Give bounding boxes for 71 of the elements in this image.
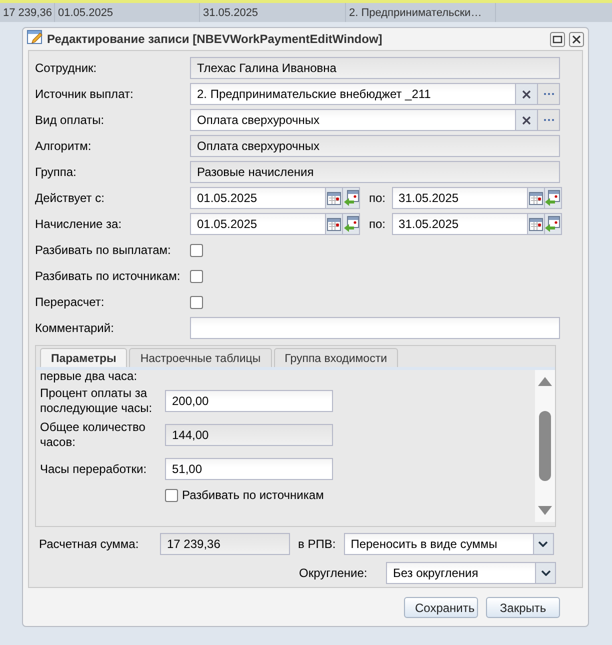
tab[interactable]: Настроечные таблицы [129,348,272,367]
calendar-arrow-icon [344,216,358,232]
field-label: Расчетная сумма: [38,536,140,553]
field-label: Перерасчет: [35,294,106,311]
input-field[interactable]: 200,00 [165,390,333,412]
field-label: Разбивать по источникам: [35,268,182,285]
date-field[interactable]: 01.05.2025 [190,187,326,209]
maximize-icon[interactable] [550,32,565,46]
calendar-icon [528,218,543,230]
clear-icon [522,116,531,124]
field-label: первые два часа: [40,370,138,384]
field-label: Действует с: [35,190,106,207]
field-label: Разбивать по выплатам: [35,242,172,259]
checkbox[interactable] [190,296,203,308]
grid-cell: 01.05.2025 [55,3,200,22]
checkbox[interactable] [190,270,203,282]
scrollbar-thumb[interactable] [539,411,551,481]
tab[interactable]: Параметры [40,348,128,367]
field-label: Источник выплат: [35,86,134,103]
field-label: Группа: [35,164,78,181]
field-label: Общее количество часов: [40,420,146,450]
tab[interactable]: Группа входимости [274,348,398,367]
grid-cell: 2. Предпринимательски… [346,3,496,22]
field-label: Начисление за: [35,216,123,233]
calendar-arrow-icon [545,216,560,232]
readonly-field: 17 239,36 [160,533,290,555]
input-field[interactable] [190,317,560,339]
field-label: Часы переработки: [40,462,148,476]
checkbox-label: Разбивать по источникам [182,487,324,504]
date-field[interactable]: 01.05.2025 [190,213,326,235]
calendar-icon [528,192,543,204]
field-label: Сотрудник: [35,60,98,77]
calendar-arrow-icon [344,190,358,206]
caret-icon [540,570,550,576]
dialog-button[interactable]: Закрыть [486,597,560,618]
readonly-field: Разовые начисления [190,161,560,183]
dialog-button[interactable]: Сохранить [404,597,478,618]
calendar-icon [327,192,341,204]
field-label: Комментарий: [35,320,115,337]
readonly-field: 144,00 [165,424,333,446]
lookup-field[interactable]: 2. Предпринимательские внебюджет _211 [190,83,516,105]
readonly-field: Тлехас Галина Ивановна [190,57,560,79]
lookup-field[interactable]: Оплата сверхурочных [190,109,516,131]
scroll-down-icon [538,506,552,516]
field-label: Вид оплаты: [35,112,106,129]
field-label: в РПВ: [298,536,336,553]
date-field[interactable]: 31.05.2025 [392,187,528,209]
field-label: по: [369,216,386,233]
field-label: Процент оплаты за последующие часы: [40,386,154,416]
grid-cell: 31.05.2025 [200,3,346,22]
readonly-field: Оплата сверхурочных [190,135,560,157]
clear-icon [522,90,531,98]
scroll-up-icon [538,376,552,386]
field-label: Алгоритм: [35,138,92,155]
ellipsis-icon [542,118,554,122]
field-label: по: [369,190,386,207]
calendar-arrow-icon [545,190,560,206]
close-icon[interactable] [569,32,584,46]
dropdown-field[interactable]: Без округления [386,562,536,584]
scrollbar[interactable] [535,370,555,522]
window-title: Редактирование записи [NBEVWorkPaymentEditWindow] [47,31,382,48]
date-field[interactable]: 31.05.2025 [392,213,528,235]
checkbox[interactable] [165,488,178,502]
calendar-icon [327,218,341,230]
input-field[interactable]: 51,00 [165,458,333,480]
ellipsis-icon [542,92,554,96]
caret-icon [538,541,548,547]
checkbox[interactable] [190,244,203,256]
field-label: Округление: [299,565,368,582]
dropdown-field[interactable]: Переносить в виде суммы [344,533,534,555]
grid-cell: 17 239,36 [0,3,55,22]
